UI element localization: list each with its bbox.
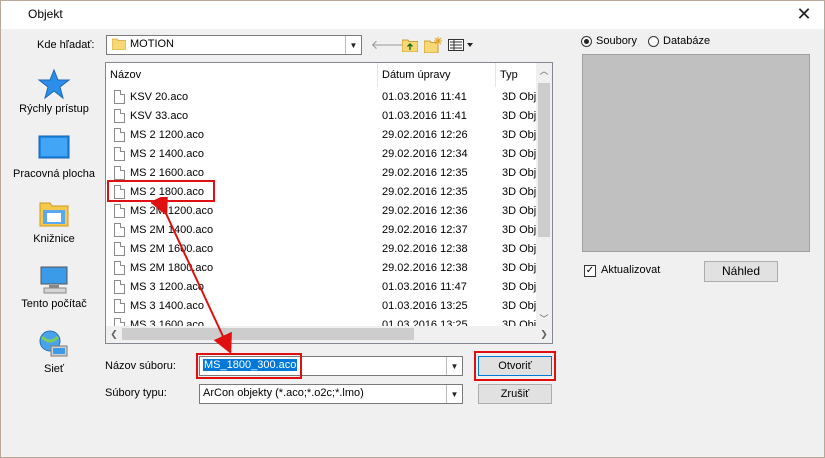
file-row[interactable]: KSV 33.aco 01.03.2016 11:41 3D Obj bbox=[106, 107, 538, 126]
close-icon[interactable]: ✕ bbox=[794, 4, 814, 24]
file-icon bbox=[114, 166, 125, 180]
file-type: 3D Obj bbox=[502, 300, 537, 312]
file-icon bbox=[114, 204, 125, 218]
column-header-name[interactable]: Názov bbox=[106, 63, 378, 87]
chevron-down-icon[interactable]: ▼ bbox=[345, 36, 361, 54]
file-icon bbox=[114, 299, 125, 313]
file-name: MS 2 1200.aco bbox=[130, 129, 204, 141]
window-title: Objekt bbox=[28, 7, 63, 21]
filetype-value: ArCon objekty (*.aco;*.o2c;*.lmo) bbox=[203, 387, 364, 399]
vertical-scroll-thumb[interactable] bbox=[538, 83, 550, 237]
up-folder-icon[interactable] bbox=[401, 36, 419, 54]
place-desktop[interactable]: Pracovná plocha bbox=[9, 132, 99, 180]
file-type: 3D Obj bbox=[502, 243, 537, 255]
file-type: 3D Obj bbox=[502, 262, 537, 274]
file-date: 29.02.2016 12:35 bbox=[382, 186, 468, 198]
lookin-combo[interactable]: MOTION ▼ bbox=[106, 35, 362, 55]
preview-button[interactable]: Náhled bbox=[704, 261, 778, 282]
network-icon bbox=[37, 327, 71, 361]
view-menu-icon[interactable] bbox=[447, 36, 475, 54]
file-date: 29.02.2016 12:26 bbox=[382, 129, 468, 141]
place-quick-access[interactable]: Rýchly prístup bbox=[9, 67, 99, 115]
file-icon bbox=[114, 147, 125, 161]
chevron-down-icon[interactable]: ▼ bbox=[446, 385, 462, 403]
preview-area bbox=[582, 54, 810, 252]
scroll-right-icon[interactable]: ❯ bbox=[536, 326, 552, 343]
file-icon bbox=[114, 90, 125, 104]
new-folder-icon[interactable] bbox=[424, 36, 442, 54]
file-row[interactable]: MS 2 1200.aco 29.02.2016 12:26 3D Obj bbox=[106, 126, 538, 145]
star-icon bbox=[37, 67, 71, 101]
vertical-scrollbar[interactable]: ︿ ﹀ bbox=[536, 63, 552, 327]
radio-database[interactable] bbox=[648, 36, 659, 47]
file-date: 29.02.2016 12:38 bbox=[382, 243, 468, 255]
library-icon bbox=[37, 197, 71, 231]
file-type: 3D Obj bbox=[502, 224, 537, 236]
update-label: Aktualizovat bbox=[601, 264, 661, 276]
file-type: 3D Obj bbox=[502, 281, 537, 293]
file-date: 01.03.2016 11:41 bbox=[382, 110, 467, 122]
place-label: Pracovná plocha bbox=[13, 168, 95, 180]
file-date: 01.03.2016 11:41 bbox=[382, 91, 467, 103]
file-date: 29.02.2016 12:38 bbox=[382, 262, 468, 274]
red-arrow-annotation bbox=[151, 197, 232, 355]
scroll-up-icon[interactable]: ︿ bbox=[536, 63, 552, 79]
highlight-box-open bbox=[474, 351, 556, 381]
radio-files[interactable] bbox=[581, 36, 592, 47]
place-label: Rýchly prístup bbox=[19, 103, 89, 115]
file-name: KSV 20.aco bbox=[130, 91, 189, 103]
place-label: Sieť bbox=[43, 363, 65, 375]
file-type: 3D Obj bbox=[502, 129, 537, 141]
lookin-value: MOTION bbox=[130, 38, 174, 50]
column-header-date[interactable]: Dátum úpravy bbox=[378, 63, 496, 87]
computer-icon bbox=[37, 262, 71, 296]
cancel-button[interactable]: Zrušiť bbox=[478, 384, 552, 404]
filetype-combo[interactable]: ArCon objekty (*.aco;*.o2c;*.lmo) ▼ bbox=[199, 384, 463, 404]
place-network[interactable]: Sieť bbox=[9, 327, 99, 375]
filetype-label: Súbory typu: bbox=[105, 387, 167, 399]
file-type: 3D Obj bbox=[502, 186, 537, 198]
update-checkbox[interactable]: ✓ bbox=[584, 265, 596, 277]
open-object-dialog: Objekt ✕ Kde hľadať: MOTION ▼ 🡐 Rýchly p… bbox=[0, 0, 825, 458]
file-type: 3D Obj bbox=[502, 110, 537, 122]
place-libraries[interactable]: Knižnice bbox=[9, 197, 99, 245]
file-icon bbox=[114, 109, 125, 123]
file-type: 3D Obj bbox=[502, 167, 537, 179]
scroll-down-icon[interactable]: ﹀ bbox=[536, 311, 552, 327]
place-this-pc[interactable]: Tento počítač bbox=[9, 262, 99, 310]
file-icon bbox=[114, 280, 125, 294]
folder-icon bbox=[112, 38, 126, 50]
desktop-icon bbox=[37, 132, 71, 166]
file-type: 3D Obj bbox=[502, 205, 537, 217]
lookin-label: Kde hľadať: bbox=[37, 39, 95, 51]
radio-database-label: Databáze bbox=[663, 35, 711, 47]
file-icon bbox=[114, 223, 125, 237]
file-date: 01.03.2016 11:47 bbox=[382, 281, 467, 293]
file-icon bbox=[114, 261, 125, 275]
file-icon bbox=[114, 128, 125, 142]
highlight-box-filename bbox=[196, 353, 302, 379]
file-date: 29.02.2016 12:36 bbox=[382, 205, 468, 217]
place-label: Tento počítač bbox=[21, 298, 87, 310]
file-date: 29.02.2016 12:37 bbox=[382, 224, 468, 236]
file-name: MS 2 1400.aco bbox=[130, 148, 204, 160]
filename-label: Názov súboru: bbox=[105, 360, 176, 372]
file-row[interactable]: MS 2 1400.aco 29.02.2016 12:34 3D Obj bbox=[106, 145, 538, 164]
file-row[interactable]: KSV 20.aco 01.03.2016 11:41 3D Obj bbox=[106, 88, 538, 107]
file-date: 01.03.2016 13:25 bbox=[382, 300, 468, 312]
file-date: 29.02.2016 12:35 bbox=[382, 167, 468, 179]
place-label: Knižnice bbox=[33, 233, 75, 245]
back-icon[interactable]: 🡐 bbox=[371, 36, 406, 54]
file-date: 29.02.2016 12:34 bbox=[382, 148, 468, 160]
radio-files-label: Soubory bbox=[596, 35, 637, 47]
chevron-down-icon[interactable]: ▼ bbox=[446, 357, 462, 375]
file-name: MS 2 1600.aco bbox=[130, 167, 204, 179]
title-bar: Objekt ✕ bbox=[1, 1, 824, 29]
file-name: KSV 33.aco bbox=[130, 110, 189, 122]
file-icon bbox=[114, 242, 125, 256]
file-type: 3D Obj bbox=[502, 148, 537, 160]
file-type: 3D Obj bbox=[502, 91, 537, 103]
scroll-left-icon[interactable]: ❮ bbox=[106, 326, 122, 343]
